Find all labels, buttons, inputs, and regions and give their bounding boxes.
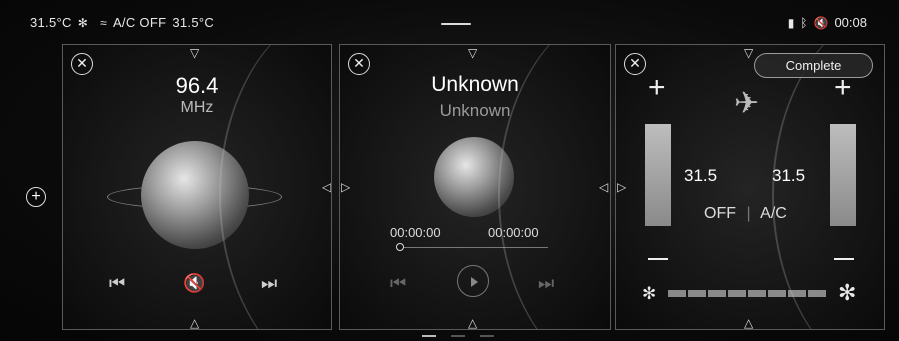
total-time: 00:00:00 bbox=[488, 225, 539, 240]
card-bottom-arrow-icon[interactable]: △ bbox=[468, 317, 477, 329]
card-right-arrow-icon[interactable]: ◁ bbox=[322, 181, 331, 193]
progress-track[interactable] bbox=[400, 247, 548, 248]
ac-control[interactable]: OFF | A/C bbox=[704, 205, 787, 223]
radio-frequency: 96.4 bbox=[175, 73, 219, 98]
add-widget-button[interactable]: + bbox=[26, 187, 46, 207]
radio-unit: MHz bbox=[180, 99, 214, 116]
fan-speed-segment[interactable] bbox=[788, 290, 806, 297]
fan-icon: ✻ bbox=[77, 15, 89, 30]
right-temp: 31.5 bbox=[772, 166, 806, 185]
next-station-button[interactable]: ⏭ bbox=[261, 273, 277, 294]
ac-status: A/C OFF bbox=[112, 15, 167, 30]
drag-handle[interactable] bbox=[441, 23, 471, 25]
close-climate-button[interactable]: ✕ bbox=[624, 53, 646, 75]
page-indicator-active bbox=[422, 335, 436, 337]
ac-label: A/C bbox=[760, 205, 787, 222]
card-top-arrow-icon[interactable]: ▽ bbox=[468, 47, 477, 59]
elapsed-time: 00:00:00 bbox=[390, 225, 441, 240]
bluetooth-icon: ᛒ bbox=[800, 15, 808, 30]
climate-card[interactable]: ✕ ▽ ▷ + + ✈ 31.5 31.5 OFF | A/C ✻ ✻ △ bbox=[615, 44, 885, 330]
fan-high-icon[interactable]: ✻ bbox=[838, 282, 856, 304]
close-radio-button[interactable]: ✕ bbox=[71, 53, 93, 75]
left-temp-bar[interactable] bbox=[645, 124, 671, 226]
car-home-screen: 31.5°C ✻ ≈ A/C OFF 31.5°C ▮ ᛒ 🔇 00:08 + … bbox=[0, 0, 899, 341]
fan-speed-segment[interactable] bbox=[668, 290, 686, 297]
left-temp-up-button[interactable]: + bbox=[648, 73, 666, 103]
album-art bbox=[434, 137, 514, 217]
status-right: ▮ ᛒ 🔇 00:08 bbox=[788, 15, 867, 30]
radio-card[interactable]: ✕ ▽ 96.4 MHz ⏮ 🔇 ⏭ ◁ △ bbox=[62, 44, 332, 330]
seat-airflow-icon[interactable]: ✈ bbox=[734, 89, 759, 119]
track-artist: Unknown bbox=[439, 101, 511, 120]
prev-station-button[interactable]: ⏮ bbox=[109, 273, 125, 294]
play-button[interactable] bbox=[457, 265, 489, 297]
mute-icon: 🔇 bbox=[813, 15, 829, 30]
left-temp-down-button[interactable] bbox=[648, 258, 668, 260]
fan-low-icon[interactable]: ✻ bbox=[642, 285, 656, 302]
clock: 00:08 bbox=[834, 15, 867, 30]
card-bottom-arrow-icon[interactable]: △ bbox=[190, 317, 199, 329]
battery-icon: ▮ bbox=[787, 15, 795, 30]
complete-button[interactable]: Complete bbox=[754, 53, 873, 78]
fan-speed-segment[interactable] bbox=[728, 290, 746, 297]
page-indicator bbox=[480, 335, 494, 337]
page-indicator bbox=[451, 335, 465, 337]
card-left-arrow-icon[interactable]: ▷ bbox=[617, 181, 626, 193]
next-track-button[interactable]: ⏭ bbox=[538, 273, 554, 294]
fan-speed-segment[interactable] bbox=[768, 290, 786, 297]
status-left: 31.5°C ✻ ≈ A/C OFF 31.5°C bbox=[30, 15, 214, 30]
track-title: Unknown bbox=[431, 73, 519, 96]
seat-heat-icon: ≈ bbox=[100, 15, 107, 30]
card-top-arrow-icon[interactable]: ▽ bbox=[744, 47, 753, 59]
card-left-arrow-icon[interactable]: ▷ bbox=[341, 181, 350, 193]
outside-temp: 31.5°C bbox=[30, 15, 72, 30]
fan-speed-segment[interactable] bbox=[808, 290, 826, 297]
radio-artwork bbox=[141, 141, 249, 249]
card-bottom-arrow-icon[interactable]: △ bbox=[744, 317, 753, 329]
ac-mode: OFF bbox=[704, 205, 736, 222]
fan-speed-segment[interactable] bbox=[688, 290, 706, 297]
card-right-arrow-icon[interactable]: ◁ bbox=[599, 181, 608, 193]
card-top-arrow-icon[interactable]: ▽ bbox=[190, 47, 199, 59]
close-media-button[interactable]: ✕ bbox=[348, 53, 370, 75]
media-card[interactable]: ✕ ▽ ▷ Unknown Unknown 00:00:00 00:00:00 … bbox=[339, 44, 611, 330]
fan-speed-segment[interactable] bbox=[708, 290, 726, 297]
status-bar: 31.5°C ✻ ≈ A/C OFF 31.5°C ▮ ᛒ 🔇 00:08 bbox=[0, 0, 899, 40]
progress-knob[interactable] bbox=[396, 243, 404, 251]
fan-speed-segment[interactable] bbox=[748, 290, 766, 297]
prev-track-button[interactable]: ⏮ bbox=[390, 273, 406, 294]
right-temp-bar[interactable] bbox=[830, 124, 856, 226]
left-temp: 31.5 bbox=[684, 166, 718, 185]
cabin-temp: 31.5°C bbox=[172, 15, 215, 30]
mute-button[interactable]: 🔇 bbox=[183, 273, 205, 294]
right-temp-down-button[interactable] bbox=[834, 258, 854, 260]
